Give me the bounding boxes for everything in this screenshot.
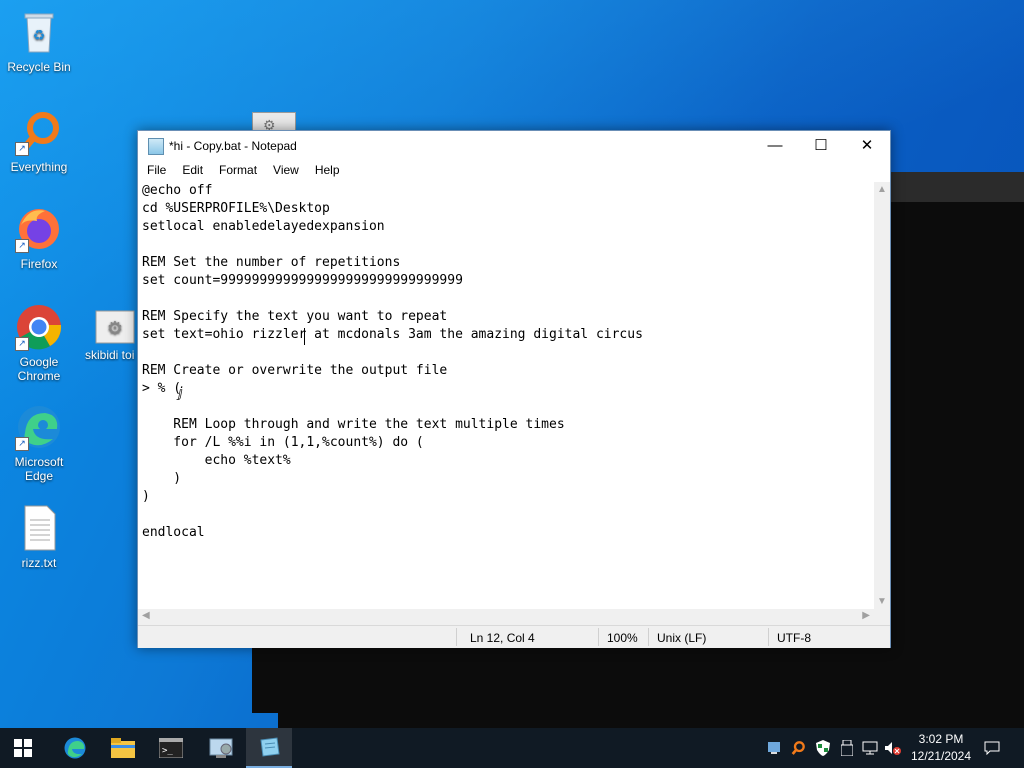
desktop-icon-firefox[interactable]: ↗ Firefox xyxy=(2,205,76,271)
desktop-icon-microsoft-edge[interactable]: ↗ Microsoft Edge xyxy=(2,403,76,483)
taskbar: >_ 3:02 PM 12/21/2024 xyxy=(0,728,1024,768)
editor-line: endlocal xyxy=(142,525,205,540)
start-button[interactable] xyxy=(0,728,46,768)
windows-logo-icon xyxy=(14,739,32,757)
status-divider xyxy=(598,628,599,646)
shortcut-arrow-icon: ↗ xyxy=(15,437,29,451)
edge-icon: ↗ xyxy=(15,403,63,451)
svg-text:>_: >_ xyxy=(162,746,173,756)
title-bar[interactable]: *hi - Copy.bat - Notepad — ☐ ✕ xyxy=(138,131,890,161)
editor-line: for /L %%i in (1,1,%count%) do ( xyxy=(142,435,424,450)
shortcut-arrow-icon: ↗ xyxy=(15,239,29,253)
editor-line: REM Specify the text you want to repeat xyxy=(142,309,448,324)
scroll-up-arrow-icon[interactable]: ▲ xyxy=(877,184,887,195)
status-zoom: 100% xyxy=(607,631,638,645)
action-center-notification-icon[interactable] xyxy=(980,728,1004,768)
clock-time: 3:02 PM xyxy=(918,732,964,746)
vertical-scrollbar[interactable]: ▲ ▼ xyxy=(874,182,890,609)
chrome-icon: ↗ xyxy=(15,303,63,351)
edge-icon xyxy=(64,737,86,759)
taskbar-command-prompt[interactable]: >_ xyxy=(148,728,194,768)
editor-line: REM Set the number of repetitions xyxy=(142,255,401,270)
tray-app-icon[interactable] xyxy=(764,728,784,768)
tray-network-icon[interactable] xyxy=(858,728,882,768)
window-title: *hi - Copy.bat - Notepad xyxy=(169,139,297,153)
menu-help[interactable]: Help xyxy=(307,161,348,177)
editor-line: setlocal enabledelayedexpansion xyxy=(142,219,385,234)
editor-line: cd %USERPROFILE%\Desktop xyxy=(142,201,330,216)
svg-text:⚙: ⚙ xyxy=(107,318,123,339)
notepad-window[interactable]: *hi - Copy.bat - Notepad — ☐ ✕ File Edit F… xyxy=(137,130,891,648)
status-encoding: UTF-8 xyxy=(777,631,811,645)
editor-line: set text=ohio rizzler at mcdonals 3am th… xyxy=(142,327,643,342)
menu-format[interactable]: Format xyxy=(211,161,265,177)
tray-security-shield-icon[interactable] xyxy=(812,728,834,768)
scroll-left-arrow-icon[interactable]: ◀ xyxy=(142,610,150,621)
menu-file[interactable]: File xyxy=(139,161,174,177)
desktop-icon-rizz-txt[interactable]: rizz.txt xyxy=(2,504,76,570)
recycle-bin-icon: ♻ xyxy=(15,8,63,56)
status-bar: Ln 12, Col 4 100% Unix (LF) UTF-8 xyxy=(138,625,890,648)
maximize-button[interactable]: ☐ xyxy=(798,131,844,161)
status-position: Ln 12, Col 4 xyxy=(470,631,535,645)
status-line-ending: Unix (LF) xyxy=(657,631,707,645)
tray-everything-icon[interactable] xyxy=(788,728,808,768)
close-button[interactable]: ✕ xyxy=(844,131,890,161)
scroll-right-arrow-icon[interactable]: ▶ xyxy=(862,610,870,621)
editor-line: REM Create or overwrite the output file xyxy=(142,363,448,378)
tray-usb-device-icon[interactable] xyxy=(836,728,858,768)
desktop-icon-google-chrome[interactable]: ↗ Google Chrome xyxy=(2,303,76,383)
console-window-lower xyxy=(278,683,1024,728)
status-divider xyxy=(648,628,649,646)
text-file-icon xyxy=(15,504,63,552)
status-divider xyxy=(456,628,457,646)
menu-edit[interactable]: Edit xyxy=(174,161,211,177)
desktop-icon-recycle-bin[interactable]: ♻ Recycle Bin xyxy=(2,8,76,74)
notepad-icon xyxy=(260,737,280,757)
control-panel-icon xyxy=(209,738,233,758)
svg-text:♻: ♻ xyxy=(33,28,46,44)
menu-view[interactable]: View xyxy=(265,161,307,177)
taskbar-file-explorer[interactable] xyxy=(100,728,146,768)
horizontal-scrollbar[interactable]: ◀ ▶ xyxy=(138,609,890,625)
notepad-app-icon xyxy=(148,138,164,155)
editor-line: echo %text% xyxy=(142,453,291,468)
editor-line: set count=999999999999999999999999999999… xyxy=(142,273,463,288)
everything-search-icon: ↗ xyxy=(15,108,63,156)
taskbar-clock[interactable]: 3:02 PM 12/21/2024 xyxy=(904,731,978,765)
text-editor[interactable]: @echo off cd %USERPROFILE%\Desktop setlo… xyxy=(138,182,873,607)
folder-icon xyxy=(111,738,135,758)
minimize-button[interactable]: — xyxy=(752,131,798,161)
clock-date: 12/21/2024 xyxy=(910,749,972,763)
taskbar-edge[interactable] xyxy=(52,728,98,768)
editor-line: ) xyxy=(142,471,182,486)
tray-volume-muted-icon[interactable] xyxy=(882,728,904,768)
command-prompt-icon: >_ xyxy=(159,738,183,758)
taskbar-notepad[interactable] xyxy=(246,728,292,768)
text-caret xyxy=(304,328,305,345)
editor-line: @echo off xyxy=(142,183,213,198)
scroll-down-arrow-icon[interactable]: ▼ xyxy=(877,596,887,607)
ibeam-cursor-icon: ⅉ xyxy=(178,384,183,400)
editor-line: ) xyxy=(142,489,150,504)
batch-file-icon: ⚙ xyxy=(95,310,135,344)
firefox-icon: ↗ xyxy=(15,205,63,253)
editor-line: > % ( xyxy=(142,381,182,396)
menu-bar: File Edit Format View Help xyxy=(138,161,890,181)
taskbar-control-panel[interactable] xyxy=(198,728,244,768)
status-divider xyxy=(768,628,769,646)
shortcut-arrow-icon: ↗ xyxy=(15,142,29,156)
shortcut-arrow-icon: ↗ xyxy=(15,337,29,351)
desktop-icon-everything[interactable]: ↗ Everything xyxy=(2,108,76,174)
editor-line: REM Loop through and write the text mult… xyxy=(142,417,565,432)
